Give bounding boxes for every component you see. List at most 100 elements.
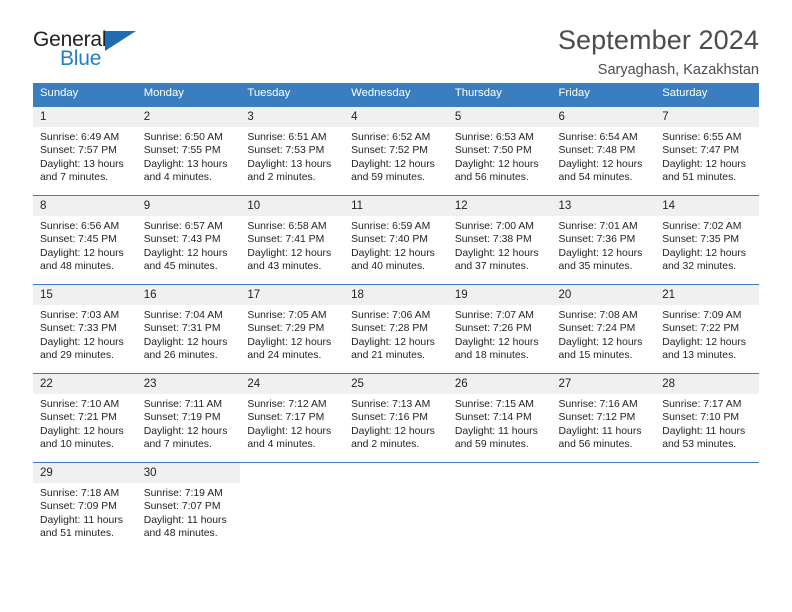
calendar-day-cell[interactable]: 18 Sunrise: 7:06 AM Sunset: 7:28 PM Dayligh…: [344, 284, 448, 373]
sunrise-text: Sunrise: 6:54 AM: [558, 131, 638, 143]
day-details: Sunrise: 6:55 AM Sunset: 7:47 PM Daylight:…: [655, 127, 759, 184]
calendar-day-cell[interactable]: 30 Sunrise: 7:19 AM Sunset: 7:07 PM Dayligh…: [136, 462, 241, 547]
day-number: [240, 463, 344, 481]
calendar-day-cell[interactable]: 26 Sunrise: 7:15 AM Sunset: 7:14 PM Dayligh…: [447, 373, 552, 462]
calendar-day-cell[interactable]: 8 Sunrise: 6:56 AM Sunset: 7:45 PM Daylight…: [33, 195, 137, 284]
calendar-day-cell[interactable]: 19 Sunrise: 7:07 AM Sunset: 7:26 PM Dayligh…: [447, 284, 552, 373]
sunrise-text: Sunrise: 7:18 AM: [40, 487, 120, 499]
calendar-day-cell[interactable]: 16 Sunrise: 7:04 AM Sunset: 7:31 PM Dayligh…: [136, 284, 241, 373]
weekday-header-wednesday: Wednesday: [344, 83, 448, 107]
calendar-day-cell[interactable]: 6 Sunrise: 6:54 AM Sunset: 7:48 PM Daylight…: [551, 106, 656, 195]
daylight-text-line2: and 18 minutes.: [454, 349, 529, 361]
calendar-day-cell[interactable]: 12 Sunrise: 7:00 AM Sunset: 7:38 PM Dayligh…: [447, 195, 552, 284]
daylight-text-line1: Daylight: 12 hours: [662, 158, 746, 170]
calendar-day-cell[interactable]: 21 Sunrise: 7:09 AM Sunset: 7:22 PM Dayligh…: [655, 284, 759, 373]
sunrise-text: Sunrise: 7:17 AM: [662, 398, 742, 410]
calendar-day-cell[interactable]: 17 Sunrise: 7:05 AM Sunset: 7:29 PM Dayligh…: [240, 284, 345, 373]
sunrise-text: Sunrise: 6:52 AM: [351, 131, 431, 143]
daylight-text-line2: and 2 minutes.: [351, 438, 420, 450]
daylight-text-line2: and 35 minutes.: [558, 260, 633, 272]
sunset-text: Sunset: 7:48 PM: [558, 145, 636, 157]
calendar-day-cell[interactable]: 5 Sunrise: 6:53 AM Sunset: 7:50 PM Daylight…: [447, 106, 552, 195]
sunset-text: Sunset: 7:35 PM: [662, 234, 740, 246]
daylight-text-line2: and 4 minutes.: [143, 171, 212, 183]
day-details: Sunrise: 7:00 AM Sunset: 7:38 PM Daylight:…: [448, 216, 552, 273]
calendar-day-cell[interactable]: 28 Sunrise: 7:17 AM Sunset: 7:10 PM Dayligh…: [655, 373, 759, 462]
logo-general-blue[interactable]: General Blue: [33, 26, 145, 72]
logo-triangle-icon: [105, 31, 136, 51]
day-details: Sunrise: 7:01 AM Sunset: 7:36 PM Daylight:…: [552, 216, 656, 273]
calendar-day-cell[interactable]: 23 Sunrise: 7:11 AM Sunset: 7:19 PM Dayligh…: [136, 373, 241, 462]
weekday-header-monday: Monday: [136, 83, 241, 107]
day-number: [655, 463, 759, 481]
daylight-text-line2: and 59 minutes.: [454, 438, 529, 450]
calendar-day-cell[interactable]: 9 Sunrise: 6:57 AM Sunset: 7:43 PM Daylight…: [136, 195, 241, 284]
daylight-text-line2: and 4 minutes.: [247, 438, 316, 450]
daylight-text-line2: and 53 minutes.: [662, 438, 737, 450]
sunrise-text: Sunrise: 7:12 AM: [247, 398, 327, 410]
calendar-day-cell[interactable]: 24 Sunrise: 7:12 AM Sunset: 7:17 PM Dayligh…: [240, 373, 345, 462]
sunset-text: Sunset: 7:21 PM: [40, 412, 117, 424]
sunset-text: Sunset: 7:52 PM: [351, 145, 428, 157]
calendar-day-cell[interactable]: 11 Sunrise: 6:59 AM Sunset: 7:40 PM Dayligh…: [344, 195, 448, 284]
sunrise-text: Sunrise: 7:06 AM: [351, 309, 431, 321]
day-number: [552, 463, 656, 481]
day-number: 4: [344, 106, 448, 127]
day-number: 17: [240, 284, 345, 305]
sunset-text: Sunset: 7:53 PM: [247, 145, 325, 157]
day-number: 27: [551, 373, 656, 394]
day-details: Sunrise: 6:54 AM Sunset: 7:48 PM Daylight:…: [552, 127, 656, 184]
sunrise-text: Sunrise: 7:01 AM: [558, 220, 638, 232]
day-number: 24: [240, 373, 345, 394]
sunrise-text: Sunrise: 7:02 AM: [662, 220, 742, 232]
calendar-day-cell[interactable]: 29 Sunrise: 7:18 AM Sunset: 7:09 PM Dayligh…: [33, 462, 137, 547]
calendar-day-cell[interactable]: 25 Sunrise: 7:13 AM Sunset: 7:16 PM Dayligh…: [344, 373, 448, 462]
daylight-text-line1: Daylight: 12 hours: [351, 425, 435, 437]
calendar-day-cell[interactable]: 22 Sunrise: 7:10 AM Sunset: 7:21 PM Dayligh…: [33, 373, 137, 462]
weekday-header-thursday: Thursday: [447, 83, 552, 107]
calendar-day-cell[interactable]: 10 Sunrise: 6:58 AM Sunset: 7:41 PM Dayligh…: [240, 195, 345, 284]
sunrise-text: Sunrise: 6:55 AM: [662, 131, 742, 143]
daylight-text-line1: Daylight: 12 hours: [143, 247, 228, 259]
daylight-text-line1: Daylight: 12 hours: [40, 247, 124, 259]
daylight-text-line1: Daylight: 12 hours: [558, 247, 643, 259]
day-details: Sunrise: 7:15 AM Sunset: 7:14 PM Daylight:…: [448, 394, 552, 451]
sunset-text: Sunset: 7:33 PM: [40, 323, 117, 335]
sunset-text: Sunset: 7:19 PM: [143, 412, 221, 424]
daylight-text-line2: and 54 minutes.: [558, 171, 633, 183]
calendar-day-cell[interactable]: 4 Sunrise: 6:52 AM Sunset: 7:52 PM Daylight…: [344, 106, 448, 195]
daylight-text-line2: and 32 minutes.: [662, 260, 737, 272]
day-details: Sunrise: 6:58 AM Sunset: 7:41 PM Daylight:…: [240, 216, 344, 273]
day-number: 7: [655, 106, 759, 127]
daylight-text-line2: and 26 minutes.: [143, 349, 218, 361]
calendar-day-cell[interactable]: 1 Sunrise: 6:49 AM Sunset: 7:57 PM Daylight…: [33, 106, 137, 195]
calendar-day-cell[interactable]: 2 Sunrise: 6:50 AM Sunset: 7:55 PM Daylight…: [136, 106, 241, 195]
daylight-text-line2: and 45 minutes.: [143, 260, 218, 272]
calendar-day-cell[interactable]: 3 Sunrise: 6:51 AM Sunset: 7:53 PM Daylight…: [240, 106, 345, 195]
calendar-day-cell[interactable]: 15 Sunrise: 7:03 AM Sunset: 7:33 PM Dayligh…: [33, 284, 137, 373]
calendar-day-cell[interactable]: 13 Sunrise: 7:01 AM Sunset: 7:36 PM Dayligh…: [551, 195, 656, 284]
sunrise-text: Sunrise: 7:08 AM: [558, 309, 638, 321]
page-header: General Blue September 2024 Saryaghash, …: [33, 0, 759, 78]
calendar-day-cell[interactable]: 7 Sunrise: 6:55 AM Sunset: 7:47 PM Daylight…: [655, 106, 759, 195]
sunset-text: Sunset: 7:09 PM: [40, 501, 117, 513]
daylight-text-line1: Daylight: 12 hours: [454, 336, 539, 348]
calendar-day-cell[interactable]: 20 Sunrise: 7:08 AM Sunset: 7:24 PM Dayligh…: [551, 284, 656, 373]
daylight-text-line2: and 21 minutes.: [351, 349, 426, 361]
daylight-text-line2: and 56 minutes.: [454, 171, 529, 183]
daylight-text-line1: Daylight: 11 hours: [662, 425, 746, 437]
calendar-table: Sunday Monday Tuesday Wednesday Thursday…: [33, 83, 759, 547]
calendar-day-cell[interactable]: 14 Sunrise: 7:02 AM Sunset: 7:35 PM Dayligh…: [655, 195, 759, 284]
calendar-day-cell[interactable]: 27 Sunrise: 7:16 AM Sunset: 7:12 PM Dayligh…: [551, 373, 656, 462]
day-details: Sunrise: 6:59 AM Sunset: 7:40 PM Daylight:…: [344, 216, 448, 273]
sunset-text: Sunset: 7:47 PM: [662, 145, 740, 157]
day-number: 26: [447, 373, 552, 394]
sunset-text: Sunset: 7:28 PM: [351, 323, 428, 335]
calendar-day-cell-empty: [344, 463, 448, 547]
sunset-text: Sunset: 7:26 PM: [454, 323, 532, 335]
daylight-text-line1: Daylight: 12 hours: [40, 336, 124, 348]
day-number: [448, 463, 552, 481]
day-number: 23: [136, 373, 241, 394]
daylight-text-line2: and 59 minutes.: [351, 171, 426, 183]
day-number: [344, 463, 448, 481]
